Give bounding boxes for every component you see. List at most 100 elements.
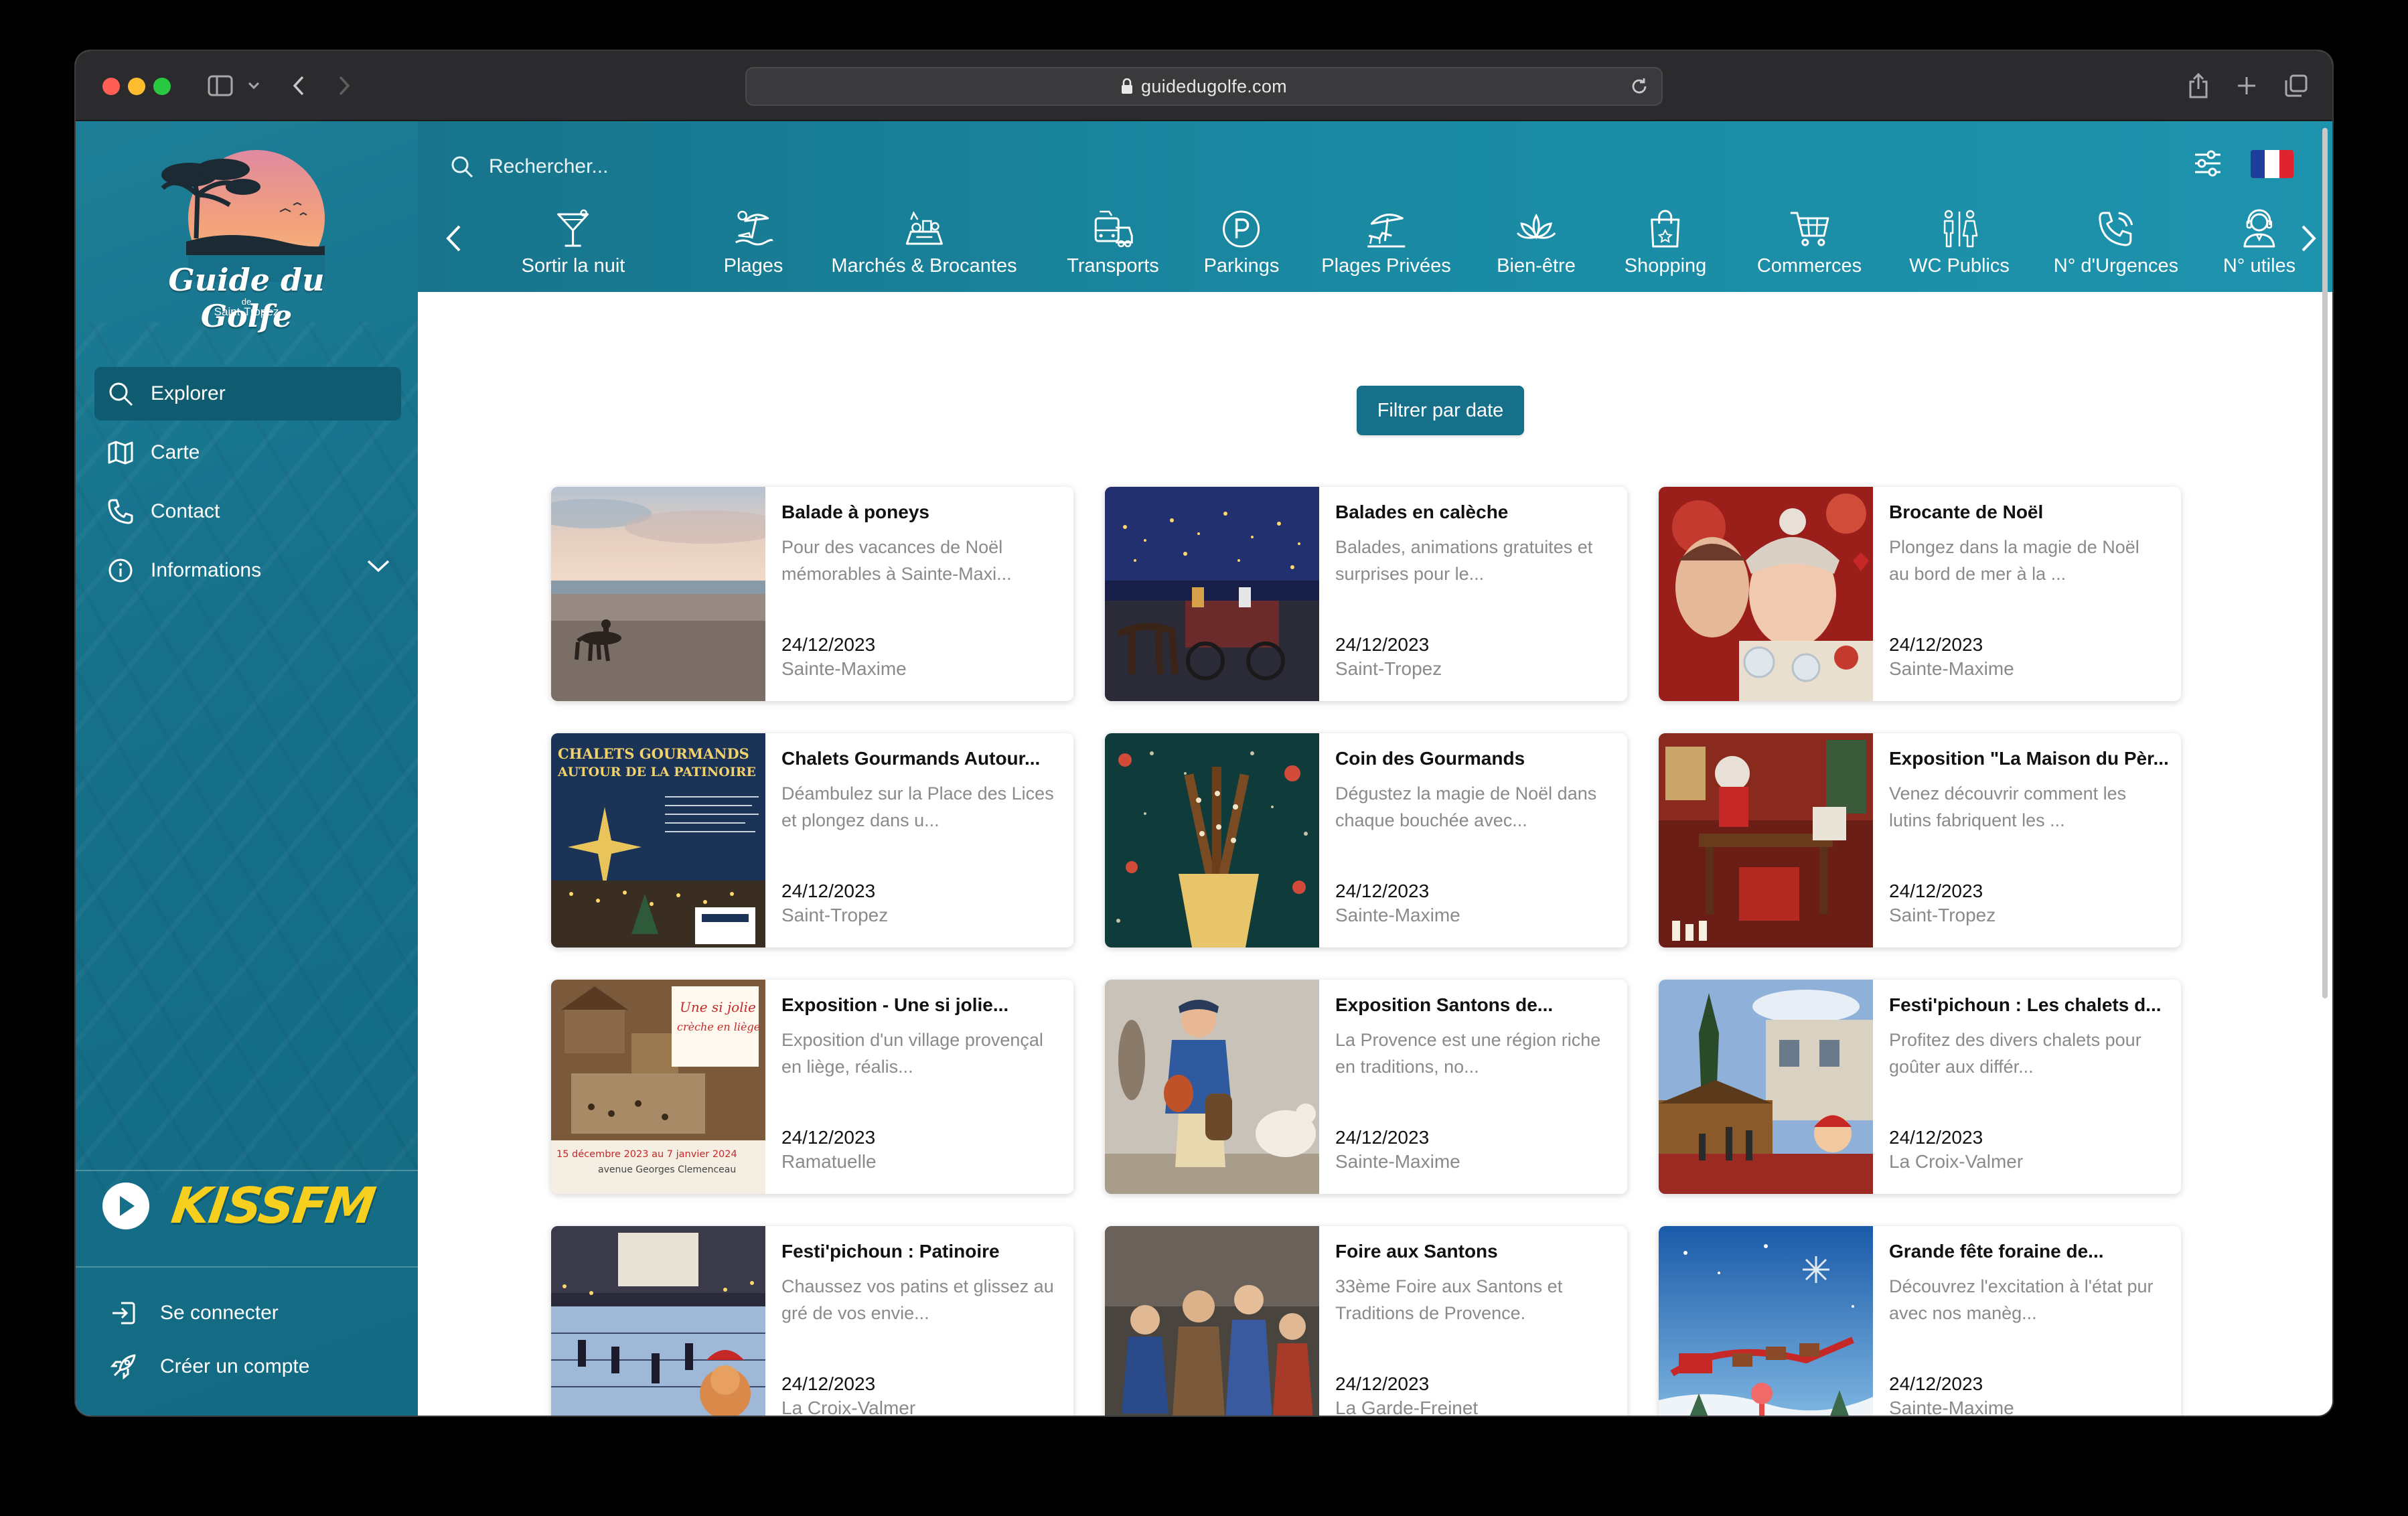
event-card[interactable]: Grande fête foraine de... Découvrez l'ex… <box>1659 1226 2181 1416</box>
event-location: Saint-Tropez <box>781 905 889 925</box>
event-location: Saint-Tropez <box>1335 658 1442 679</box>
category-numeros-utiles[interactable]: N° utiles <box>2223 207 2296 287</box>
forward-icon[interactable] <box>334 71 354 100</box>
event-card[interactable]: Balade à poneys Pour des vacances de Noë… <box>551 487 1073 701</box>
event-title: Exposition Santons de... <box>1335 994 1554 1015</box>
event-location: Saint-Tropez <box>1889 905 1996 925</box>
category-label: Plages <box>723 255 783 277</box>
scrollbar-thumb[interactable] <box>2322 128 2328 998</box>
event-card[interactable]: Coin des Gourmands Dégustez la magie de … <box>1105 733 1627 948</box>
event-location: Sainte-Maxime <box>1335 1151 1460 1172</box>
sidebar-item-carte[interactable]: Carte <box>94 426 401 479</box>
event-image-christmas-market <box>1659 487 1873 701</box>
event-card[interactable]: Festi'pichoun : Les chalets d... Profite… <box>1659 980 2181 1194</box>
event-date: 24/12/2023 <box>1335 1127 1430 1148</box>
category-plages[interactable]: Plages <box>724 207 783 287</box>
poster-address: avenue Georges Clemenceau <box>598 1164 736 1175</box>
category-label: Bien-être <box>1497 255 1576 277</box>
lotus-icon <box>1515 207 1558 251</box>
event-date: 24/12/2023 <box>1335 881 1430 901</box>
category-plages-privees[interactable]: Plages Privées <box>1321 207 1451 287</box>
category-sortir-la-nuit[interactable]: Sortir la nuit <box>522 207 625 287</box>
event-location: Sainte-Maxime <box>1889 1397 2014 1416</box>
category-label: Shopping <box>1624 255 1707 277</box>
category-label: Sortir la nuit <box>521 255 625 277</box>
back-icon[interactable] <box>289 71 309 100</box>
category-bar: Sortir la nuit Plages Marchés & Brocante… <box>418 207 2332 287</box>
reload-icon[interactable] <box>1629 76 1649 96</box>
sidebar-item-contact[interactable]: Contact <box>94 485 401 538</box>
event-card[interactable]: Festi'pichoun : Patinoire Chaussez vos p… <box>551 1226 1073 1416</box>
event-date: 24/12/2023 <box>1889 1127 1983 1148</box>
filter-settings-icon[interactable] <box>2192 148 2223 179</box>
category-bien-etre[interactable]: Bien-être <box>1497 207 1576 287</box>
chevron-left-icon[interactable] <box>445 224 462 252</box>
event-card[interactable]: Brocante de Noël Plongez dans la magie d… <box>1659 487 2181 701</box>
event-description: Déambulez sur la Place des Lices et plon… <box>781 783 1054 830</box>
private-beach-icon <box>1365 207 1408 251</box>
chevron-right-icon[interactable] <box>2300 224 2318 252</box>
sidebar-toggle-icon[interactable] <box>206 71 235 100</box>
parking-icon <box>1221 207 1262 251</box>
zoom-window-button[interactable] <box>153 78 171 95</box>
event-card[interactable]: Une si jolie crèche en liège 15 décembre… <box>551 980 1073 1194</box>
category-shopping[interactable]: Shopping <box>1624 207 1707 287</box>
event-card[interactable]: Exposition Santons de... La Provence est… <box>1105 980 1627 1194</box>
event-description: Pour des vacances de Noël mémorables à S… <box>781 537 1012 584</box>
search-icon <box>105 378 136 409</box>
category-parkings[interactable]: Parkings <box>1204 207 1279 287</box>
poster-line-1: Une si jolie <box>680 999 756 1015</box>
minimize-window-button[interactable] <box>128 78 145 95</box>
event-image-santa-house <box>1659 733 1873 948</box>
language-flag-fr-icon[interactable] <box>2251 150 2293 178</box>
category-transports[interactable]: Transports <box>1067 207 1159 287</box>
page-scrollbar[interactable] <box>2320 121 2330 1005</box>
sidebar-item-explorer[interactable]: Explorer <box>94 367 401 421</box>
event-title: Grande fête foraine de... <box>1889 1241 2104 1262</box>
address-bar[interactable]: guidedugolfe.com <box>745 67 1663 106</box>
event-card[interactable]: Exposition "La Maison du Pèr... Venez dé… <box>1659 733 2181 948</box>
sidebar-item-label: Explorer <box>151 382 226 404</box>
close-window-button[interactable] <box>102 78 120 95</box>
new-tab-icon[interactable] <box>2233 71 2260 100</box>
event-title: Balades en calèche <box>1335 502 1509 522</box>
event-description: Profitez des divers chalets pour goûter … <box>1889 1030 2141 1077</box>
poster-dates: 15 décembre 2023 au 7 janvier 2024 <box>556 1149 737 1160</box>
event-image-santon-figure <box>1105 980 1319 1194</box>
radio-brand-logo[interactable]: KISSFM <box>168 1177 378 1235</box>
event-title: Brocante de Noël <box>1889 502 2044 522</box>
search-input[interactable]: Rechercher... <box>450 147 608 187</box>
event-date: 24/12/2023 <box>1335 634 1430 655</box>
web-page: Guide du Golfe de Saint-Tropez Explorer … <box>76 121 2332 1416</box>
signup-link[interactable]: Créer un compte <box>108 1347 402 1387</box>
site-logo[interactable]: Guide du Golfe de Saint-Tropez <box>149 148 344 334</box>
filter-by-date-button[interactable]: Filtrer par date <box>1357 386 1524 435</box>
chevron-down-icon[interactable] <box>246 71 262 100</box>
sidebar-item-informations[interactable]: Informations <box>94 544 401 597</box>
browser-titlebar: guidedugolfe.com <box>76 51 2332 121</box>
signup-label: Créer un compte <box>160 1355 310 1377</box>
category-label: N° d'Urgences <box>2053 255 2179 277</box>
login-link[interactable]: Se connecter <box>108 1293 402 1333</box>
category-wc-publics[interactable]: WC Publics <box>1909 207 2010 287</box>
share-icon[interactable] <box>2185 71 2212 100</box>
category-commerces[interactable]: Commerces <box>1757 207 1862 287</box>
tab-overview-icon[interactable] <box>2283 71 2310 100</box>
event-card[interactable]: Balades en calèche Balades, animations g… <box>1105 487 1627 701</box>
event-card[interactable]: CHALETS GOURMANDS AUTOUR DE LA PATINOIRE… <box>551 733 1073 948</box>
shopping-bag-icon <box>1648 207 1683 251</box>
event-date: 24/12/2023 <box>1889 1373 1983 1394</box>
sidebar-divider <box>76 1266 418 1268</box>
radio-player: KISSFM <box>102 1169 397 1243</box>
event-image-santons <box>1105 1226 1319 1416</box>
event-date: 24/12/2023 <box>781 1373 876 1394</box>
category-numeros-urgences[interactable]: N° d'Urgences <box>2054 207 2178 287</box>
sidebar-item-label: Informations <box>151 559 262 581</box>
category-label: Commerces <box>1756 255 1862 277</box>
event-description: 33ème Foire aux Santons et Traditions de… <box>1335 1276 1563 1323</box>
play-icon[interactable] <box>102 1183 149 1229</box>
category-marches-brocantes[interactable]: Marchés & Brocantes <box>831 207 1017 287</box>
chevron-down-icon[interactable] <box>366 558 390 573</box>
event-card[interactable]: Foire aux Santons 33ème Foire aux Santon… <box>1105 1226 1627 1416</box>
beach-icon <box>733 207 773 251</box>
